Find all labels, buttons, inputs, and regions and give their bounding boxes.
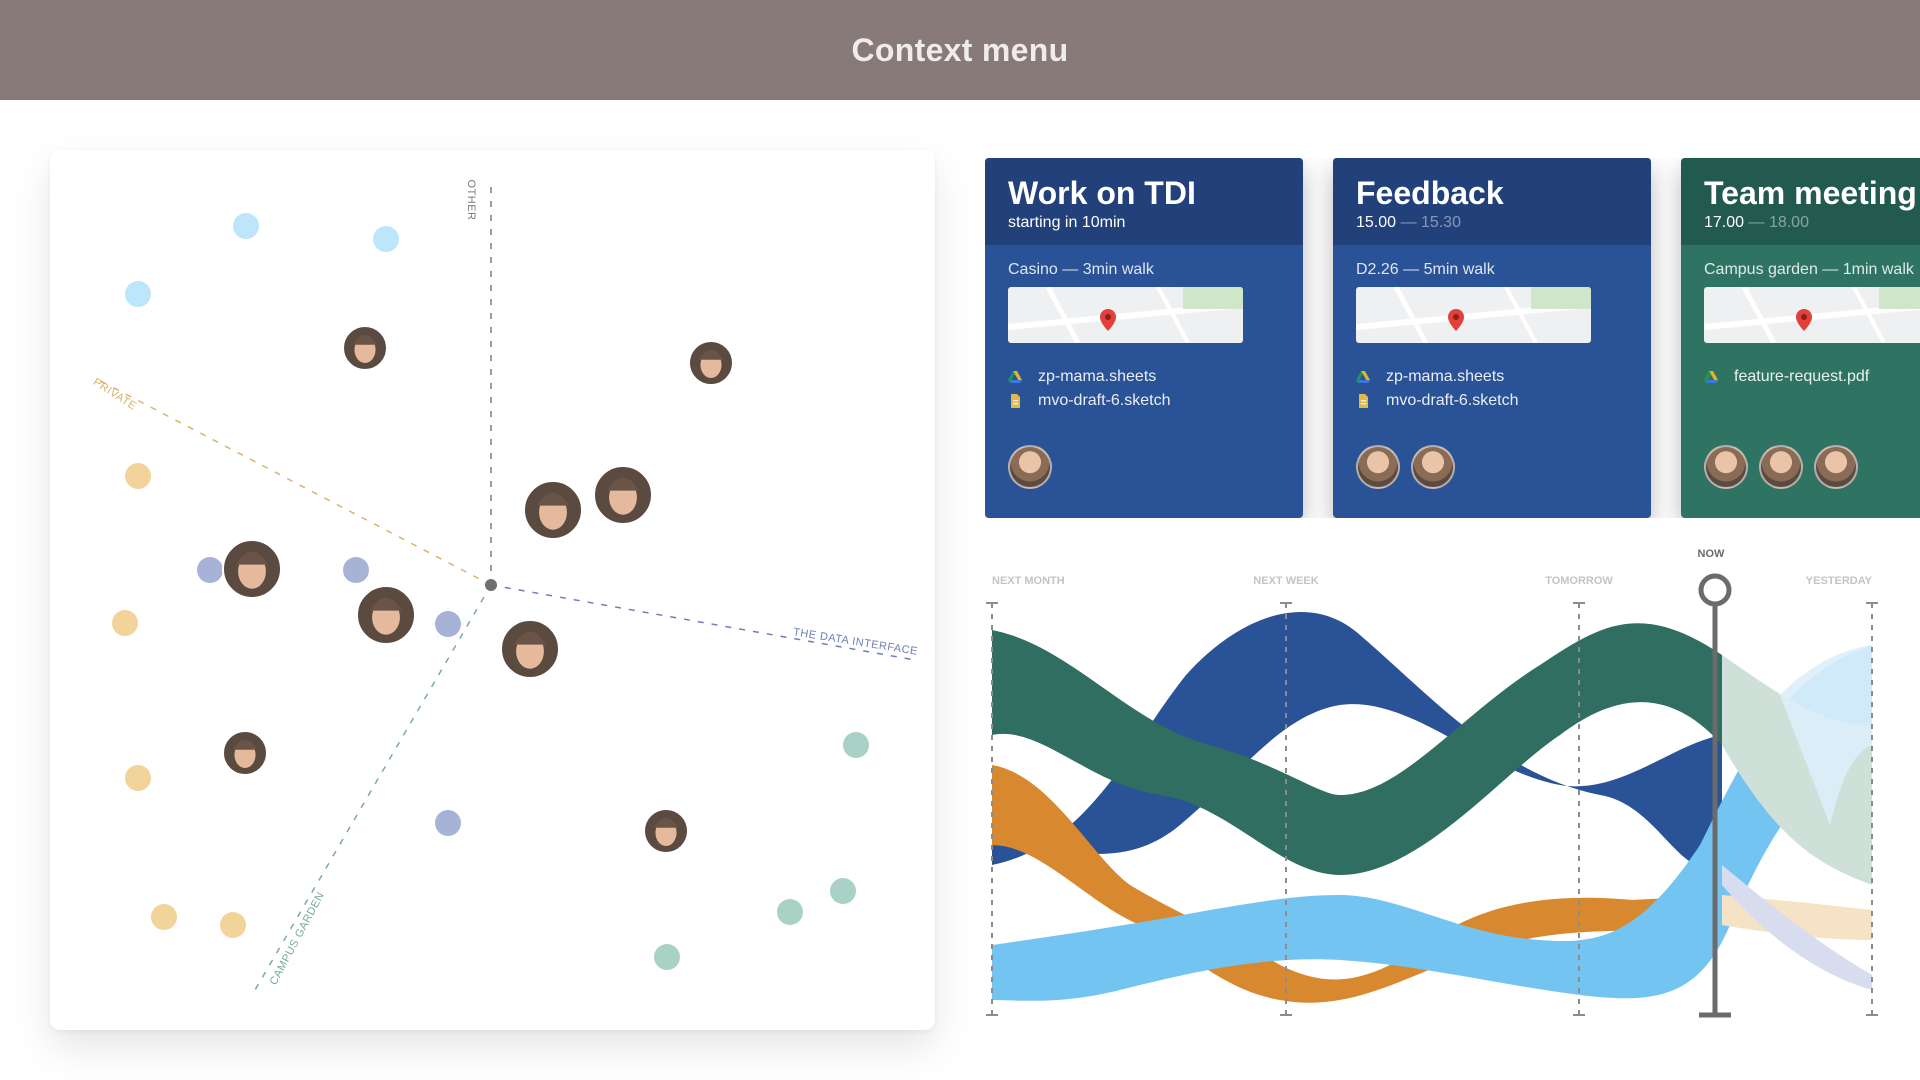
- event-time: 17.00 — 18.00: [1704, 214, 1809, 231]
- person-avatar[interactable]: [643, 808, 689, 854]
- attached-file[interactable]: mvo-draft-6.sketch: [1356, 389, 1628, 413]
- context-dot-other[interactable]: [125, 281, 151, 307]
- header-bar: Context menu: [0, 0, 1920, 100]
- context-dot-data-interface[interactable]: [435, 611, 461, 637]
- person-avatar[interactable]: [356, 585, 416, 645]
- event-card-header: Feedback 15.00 — 15.30: [1333, 158, 1651, 245]
- person-avatar[interactable]: [500, 619, 560, 679]
- attached-files-list: feature-request.pdf: [1704, 365, 1920, 389]
- drive-icon: [1704, 370, 1718, 384]
- attendee-avatar[interactable]: [1704, 445, 1748, 489]
- context-dot-private[interactable]: [125, 765, 151, 791]
- location-map-thumbnail[interactable]: [1704, 287, 1920, 343]
- event-location: D2.26 — 5min walk: [1356, 261, 1495, 278]
- context-dot-campus-garden[interactable]: [654, 944, 680, 970]
- location-map-thumbnail[interactable]: [1356, 287, 1591, 343]
- axis-private-label: PRIVATE: [91, 376, 139, 413]
- file-name: zp-mama.sheets: [1038, 368, 1157, 385]
- attached-file[interactable]: zp-mama.sheets: [1356, 365, 1628, 389]
- context-dot-private[interactable]: [112, 610, 138, 636]
- context-dot-campus-garden[interactable]: [843, 732, 869, 758]
- now-marker-handle[interactable]: [1698, 573, 1732, 607]
- file-icon: [1356, 394, 1370, 408]
- context-dot-other[interactable]: [233, 213, 259, 239]
- timeline-tick-label: YESTERDAY: [1806, 575, 1873, 587]
- context-dot-private[interactable]: [125, 463, 151, 489]
- attendee-avatar[interactable]: [1759, 445, 1803, 489]
- context-scatter-plot[interactable]: OTHERPRIVATETHE DATA INTERFACECAMPUS GAR…: [50, 150, 935, 1030]
- attached-files-list: zp-mama.sheets mvo-draft-6.sketch: [1356, 365, 1628, 413]
- context-dot-data-interface[interactable]: [343, 557, 369, 583]
- timeline-tick-label: TOMORROW: [1545, 575, 1613, 587]
- axis-origin: [485, 579, 497, 591]
- attendee-avatar[interactable]: [1356, 445, 1400, 489]
- page-title: Context menu: [851, 31, 1069, 68]
- event-title: Team meeting: [1704, 175, 1917, 211]
- timeline-tick-label: NEXT WEEK: [1253, 575, 1318, 587]
- timeline-streamgraph[interactable]: NEXT MONTH NEXT WEEK TOMORROW YESTERDAY NOW: [980, 545, 1920, 1025]
- event-location: Campus garden — 1min walk: [1704, 261, 1914, 278]
- event-card[interactable]: Feedback 15.00 — 15.30 D2.26 — 5min walk zp…: [1333, 158, 1651, 518]
- attendees-list: [1356, 445, 1628, 489]
- file-name: feature-request.pdf: [1734, 368, 1870, 385]
- event-card[interactable]: Team meeting 17.00 — 18.00 Campus garden —…: [1681, 158, 1920, 518]
- attendee-avatar[interactable]: [1008, 445, 1052, 489]
- person-avatar[interactable]: [222, 730, 268, 776]
- drive-icon: [1008, 370, 1022, 384]
- drive-icon: [1356, 370, 1370, 384]
- person-avatar[interactable]: [222, 539, 282, 599]
- event-card-header: Work on TDI starting in 10min: [985, 158, 1303, 245]
- attached-files-list: zp-mama.sheets mvo-draft-6.sketch: [1008, 365, 1280, 413]
- event-title: Work on TDI: [1008, 175, 1196, 211]
- context-dot-campus-garden[interactable]: [830, 878, 856, 904]
- event-cards-strip[interactable]: Work on TDI starting in 10min Casino — 3mi…: [985, 158, 1920, 518]
- context-dot-private[interactable]: [151, 904, 177, 930]
- context-dot-data-interface[interactable]: [435, 810, 461, 836]
- axis-other-label: OTHER: [465, 180, 477, 221]
- axis-campus-garden-label: CAMPUS GARDEN: [268, 890, 327, 987]
- event-card-header: Team meeting 17.00 — 18.00: [1681, 158, 1920, 245]
- attached-file[interactable]: feature-request.pdf: [1704, 365, 1920, 389]
- attached-file[interactable]: mvo-draft-6.sketch: [1008, 389, 1280, 413]
- event-location: Casino — 3min walk: [1008, 261, 1154, 278]
- person-avatar[interactable]: [342, 325, 388, 371]
- context-dot-data-interface[interactable]: [197, 557, 223, 583]
- axis-campus-garden: [254, 584, 492, 991]
- context-dot-campus-garden[interactable]: [777, 899, 803, 925]
- event-title: Feedback: [1356, 175, 1504, 211]
- now-marker-label: NOW: [1698, 548, 1726, 560]
- person-avatar[interactable]: [688, 340, 734, 386]
- axis-private: [94, 377, 492, 586]
- context-scatter-panel[interactable]: OTHER PRIVATE THE DATA INTERFACE CAMPUS GAR…: [50, 150, 935, 1030]
- context-dot-private[interactable]: [220, 912, 246, 938]
- attendee-avatar[interactable]: [1814, 445, 1858, 489]
- location-map-thumbnail[interactable]: [1008, 287, 1243, 343]
- attendee-avatar[interactable]: [1411, 445, 1455, 489]
- context-dot-other[interactable]: [373, 226, 399, 252]
- attendees-list: [1008, 445, 1280, 489]
- timeline-tick-label: NEXT MONTH: [992, 575, 1065, 587]
- file-icon: [1008, 394, 1022, 408]
- event-time: starting in 10min: [1008, 214, 1126, 231]
- attached-file[interactable]: zp-mama.sheets: [1008, 365, 1280, 389]
- event-card[interactable]: Work on TDI starting in 10min Casino — 3mi…: [985, 158, 1303, 518]
- file-name: mvo-draft-6.sketch: [1386, 392, 1519, 409]
- file-name: zp-mama.sheets: [1386, 368, 1505, 385]
- person-avatar[interactable]: [593, 465, 653, 525]
- attendees-list: [1704, 445, 1920, 489]
- file-name: mvo-draft-6.sketch: [1038, 392, 1171, 409]
- person-avatar[interactable]: [523, 480, 583, 540]
- event-time: 15.00 — 15.30: [1356, 214, 1461, 231]
